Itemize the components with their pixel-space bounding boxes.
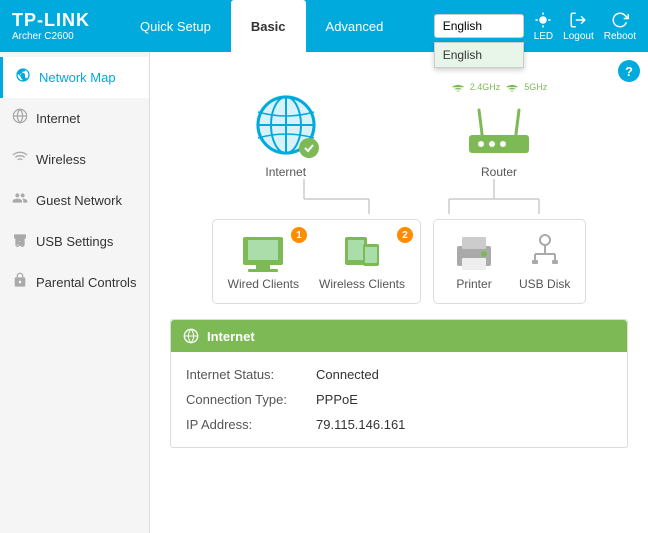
wired-client-icon [238, 232, 288, 272]
ip-address-value: 79.115.146.161 [316, 417, 405, 432]
header: TP-LINK Archer C2600 Quick Setup Basic A… [0, 0, 648, 52]
internet-status-value: Connected [316, 367, 379, 382]
content-area: ? [150, 52, 648, 533]
internet-info-body: Internet Status: Connected Connection Ty… [171, 352, 627, 447]
wireless-clients-label: Wireless Clients [319, 277, 405, 291]
usb-disk-node[interactable]: USB Disk [519, 232, 570, 291]
network-map-icon [15, 67, 31, 88]
wireless-client-icon [337, 232, 387, 272]
sidebar-item-wireless[interactable]: Wireless [0, 139, 149, 180]
connection-type-value: PPPoE [316, 392, 358, 407]
wired-count-badge: 1 [291, 227, 307, 243]
router-node: 2.4GHz 5GHz [451, 82, 548, 179]
internet-section-title: Internet [207, 329, 255, 344]
internet-node-label: Internet [265, 165, 306, 179]
lines-svg [189, 179, 609, 214]
devices-box: Printer U [433, 219, 586, 304]
help-button[interactable]: ? [618, 60, 640, 82]
ip-address-label: IP Address: [186, 417, 316, 432]
tab-quicksetup[interactable]: Quick Setup [120, 0, 231, 52]
wired-clients-node[interactable]: 1 Wired Clients [228, 232, 299, 291]
sidebar-label-wireless: Wireless [36, 152, 86, 167]
clients-box: 1 Wired Clients 2 [212, 219, 421, 304]
logo-text: TP-LINK [12, 10, 90, 31]
client-boxes: 1 Wired Clients 2 [212, 219, 587, 304]
wireless-clients-node[interactable]: 2 Wireless Clients [319, 232, 405, 291]
ip-address-row: IP Address: 79.115.146.161 [186, 412, 612, 437]
internet-node: Internet [251, 90, 321, 179]
internet-status-row: Internet Status: Connected [186, 362, 612, 387]
wifi-band-labels: 2.4GHz 5GHz [451, 82, 548, 98]
sidebar: Network Map Internet Wireless Guest Netw… [0, 52, 150, 533]
wired-clients-label: Wired Clients [228, 277, 299, 291]
connection-type-label: Connection Type: [186, 392, 316, 407]
reboot-label: Reboot [604, 31, 636, 42]
printer-label: Printer [456, 277, 491, 291]
sidebar-item-guestnetwork[interactable]: Guest Network [0, 180, 149, 221]
led-label: LED [534, 31, 553, 42]
usb-settings-icon [12, 231, 28, 252]
sidebar-label-parentalcontrols: Parental Controls [36, 275, 136, 290]
internet-icon-container [251, 90, 321, 160]
router-node-label: Router [481, 165, 517, 179]
nav-tabs: Quick Setup Basic Advanced [120, 0, 434, 52]
guest-network-icon [12, 190, 28, 211]
printer-node[interactable]: Printer [449, 232, 499, 291]
wireless-count-badge: 2 [397, 227, 413, 243]
connection-lines [189, 179, 609, 214]
internet-info-section: Internet Internet Status: Connected Conn… [170, 319, 628, 448]
internet-info-header: Internet [171, 320, 627, 352]
internet-icon [12, 108, 28, 129]
logo-sub: Archer C2600 [12, 31, 90, 42]
led-button[interactable]: LED [534, 11, 553, 42]
router-icon [459, 105, 539, 160]
lang-option-english[interactable]: English [435, 43, 523, 67]
logout-label: Logout [563, 31, 594, 42]
usb-disk-label: USB Disk [519, 277, 570, 291]
logout-button[interactable]: Logout [563, 11, 594, 42]
wifi-5ghz-icon [505, 82, 519, 98]
usb-disk-icon [520, 232, 570, 272]
language-dropdown-open[interactable]: English [434, 42, 524, 68]
internet-status-label: Internet Status: [186, 367, 316, 382]
language-selector[interactable]: English English [434, 14, 524, 38]
tab-basic[interactable]: Basic [231, 0, 306, 52]
sidebar-item-networkmap[interactable]: Network Map [0, 57, 149, 98]
main-layout: Network Map Internet Wireless Guest Netw… [0, 52, 648, 533]
internet-section-icon [183, 328, 199, 344]
reboot-button[interactable]: Reboot [604, 11, 636, 42]
sidebar-item-internet[interactable]: Internet [0, 98, 149, 139]
parental-controls-icon [12, 272, 28, 293]
sidebar-label-internet: Internet [36, 111, 80, 126]
wireless-icon [12, 149, 28, 170]
wifi-24ghz-icon [451, 82, 465, 98]
logo-area: TP-LINK Archer C2600 [12, 10, 90, 42]
wifi-24ghz-label: 2.4GHz [470, 82, 501, 98]
header-right: English English LED Logout Reboot [434, 11, 636, 42]
language-dropdown[interactable]: English [434, 14, 524, 38]
sidebar-label-networkmap: Network Map [39, 70, 116, 85]
wifi-5ghz-label: 5GHz [524, 82, 547, 98]
sidebar-item-usbsettings[interactable]: USB Settings [0, 221, 149, 262]
network-map-section: Internet 2.4GHz 5GHz [160, 62, 638, 458]
tab-advanced[interactable]: Advanced [306, 0, 404, 52]
sidebar-item-parentalcontrols[interactable]: Parental Controls [0, 262, 149, 303]
printer-icon [449, 232, 499, 272]
connection-type-row: Connection Type: PPPoE [186, 387, 612, 412]
connected-badge [299, 138, 319, 158]
sidebar-label-guestnetwork: Guest Network [36, 193, 122, 208]
sidebar-label-usbsettings: USB Settings [36, 234, 113, 249]
